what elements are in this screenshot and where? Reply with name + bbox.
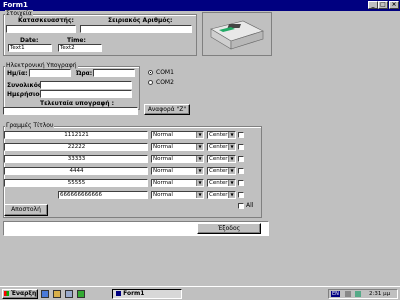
com1-label: COM1 <box>156 69 174 76</box>
time-field[interactable]: Text2 <box>58 44 102 52</box>
total-field[interactable] <box>40 81 132 89</box>
quicklaunch-outlook-icon[interactable] <box>53 290 61 298</box>
quicklaunch-channels-icon[interactable] <box>77 290 85 298</box>
network-icon[interactable] <box>355 291 361 297</box>
title-line-field[interactable]: 22222 <box>4 143 148 151</box>
serial-label: Σειριακός Αριθμός: <box>108 17 173 24</box>
send-button[interactable]: Αποστολή <box>4 204 48 216</box>
style-dropdown[interactable]: Normal ▼ <box>151 131 204 139</box>
style-dropdown[interactable]: Normal ▼ <box>151 191 204 199</box>
line-checkbox[interactable] <box>238 180 244 186</box>
chevron-down-icon[interactable]: ▼ <box>196 168 203 174</box>
quicklaunch-desktop-icon[interactable] <box>65 290 73 298</box>
all-checkbox[interactable] <box>238 203 244 209</box>
line-checkbox[interactable] <box>238 156 244 162</box>
title-line-field[interactable]: 33333 <box>4 155 148 163</box>
date-field[interactable]: Text1 <box>8 44 52 52</box>
title-line-field[interactable]: 666666666666 <box>58 191 148 199</box>
chevron-down-icon[interactable]: ▼ <box>228 132 235 138</box>
clock[interactable]: 2:31 μμ <box>369 291 390 297</box>
style-dropdown[interactable]: Normal ▼ <box>151 167 204 175</box>
align-dropdown[interactable]: Center ▼ <box>207 191 236 199</box>
line-checkbox[interactable] <box>238 168 244 174</box>
chevron-down-icon[interactable]: ▼ <box>196 132 203 138</box>
style-dropdown[interactable]: Normal ▼ <box>151 179 204 187</box>
align-dropdown[interactable]: Center ▼ <box>207 143 236 151</box>
start-button[interactable]: Έναρξη <box>2 289 38 299</box>
chevron-down-icon[interactable]: ▼ <box>196 180 203 186</box>
chevron-down-icon[interactable]: ▼ <box>196 156 203 162</box>
style-dropdown[interactable]: Normal ▼ <box>151 155 204 163</box>
sig-date-label: Ημ/ία: <box>7 70 28 77</box>
chevron-down-icon[interactable]: ▼ <box>196 144 203 150</box>
system-tray: EN 2:31 μμ <box>328 289 398 299</box>
title-line-field[interactable]: 55555 <box>4 179 148 187</box>
title-lines-group-label: Γραμμές Τίτλου <box>5 122 55 129</box>
com1-radio[interactable] <box>148 70 153 75</box>
printer-image <box>202 12 272 56</box>
daily-field[interactable] <box>40 90 132 98</box>
chevron-down-icon[interactable]: ▼ <box>228 144 235 150</box>
com2-label: COM2 <box>156 79 174 86</box>
title-bar[interactable]: Form1 _ □ × <box>0 0 400 11</box>
sig-time-field[interactable] <box>93 69 135 77</box>
total-label: Συνολικός: <box>7 82 44 89</box>
align-dropdown[interactable]: Center ▼ <box>207 179 236 187</box>
manufacturer-field[interactable] <box>6 25 76 33</box>
form1-app-icon <box>116 291 121 296</box>
volume-icon[interactable] <box>345 291 351 297</box>
minimize-button[interactable]: _ <box>368 1 378 9</box>
last-signature-field[interactable] <box>3 107 138 115</box>
line-checkbox[interactable] <box>238 144 244 150</box>
sig-date-field[interactable] <box>29 69 71 77</box>
report-z-button[interactable]: Αναφορά "Z" <box>144 104 190 115</box>
title-line-field[interactable]: 4444 <box>4 167 148 175</box>
align-dropdown[interactable]: Center ▼ <box>207 167 236 175</box>
chevron-down-icon[interactable]: ▼ <box>228 156 235 162</box>
line-checkbox[interactable] <box>238 192 244 198</box>
close-button[interactable]: × <box>389 1 399 9</box>
manufacturer-label: Κατασκευαστής: <box>18 17 74 24</box>
align-dropdown[interactable]: Center ▼ <box>207 155 236 163</box>
chevron-down-icon[interactable]: ▼ <box>228 180 235 186</box>
all-label: All <box>246 202 254 209</box>
sig-time-label: Ώρα: <box>76 70 93 77</box>
last-signature-label: Τελευταία υπογραφή : <box>40 100 114 107</box>
task-form1-label: Form1 <box>123 290 145 297</box>
title-line-field[interactable]: 1112121 <box>4 131 148 139</box>
language-indicator[interactable]: EN <box>331 291 340 297</box>
date-label: Date: <box>20 37 39 44</box>
exit-button[interactable]: Έξοδος <box>197 223 261 234</box>
style-dropdown[interactable]: Normal ▼ <box>151 143 204 151</box>
printer-icon <box>210 20 264 50</box>
align-dropdown[interactable]: Center ▼ <box>207 131 236 139</box>
chevron-down-icon[interactable]: ▼ <box>196 192 203 198</box>
line-checkbox[interactable] <box>238 132 244 138</box>
task-form1-button[interactable]: Form1 <box>112 289 182 299</box>
taskbar: Έναρξη Form1 EN 2:31 μμ <box>0 286 400 300</box>
serial-field[interactable] <box>80 25 192 33</box>
chevron-down-icon[interactable]: ▼ <box>228 192 235 198</box>
signature-group-label: Ηλεκτρονική Υπογραφή <box>5 62 78 69</box>
windows-logo-icon <box>3 291 9 296</box>
quicklaunch-ie-icon[interactable] <box>41 290 49 298</box>
details-group-label: Στοιχεία <box>5 10 33 17</box>
time-label: Time: <box>67 37 86 44</box>
window-title: Form1 <box>3 1 28 9</box>
com2-radio[interactable] <box>148 80 153 85</box>
chevron-down-icon[interactable]: ▼ <box>228 168 235 174</box>
start-label: Έναρξη <box>10 290 37 297</box>
maximize-button[interactable]: □ <box>378 1 388 9</box>
